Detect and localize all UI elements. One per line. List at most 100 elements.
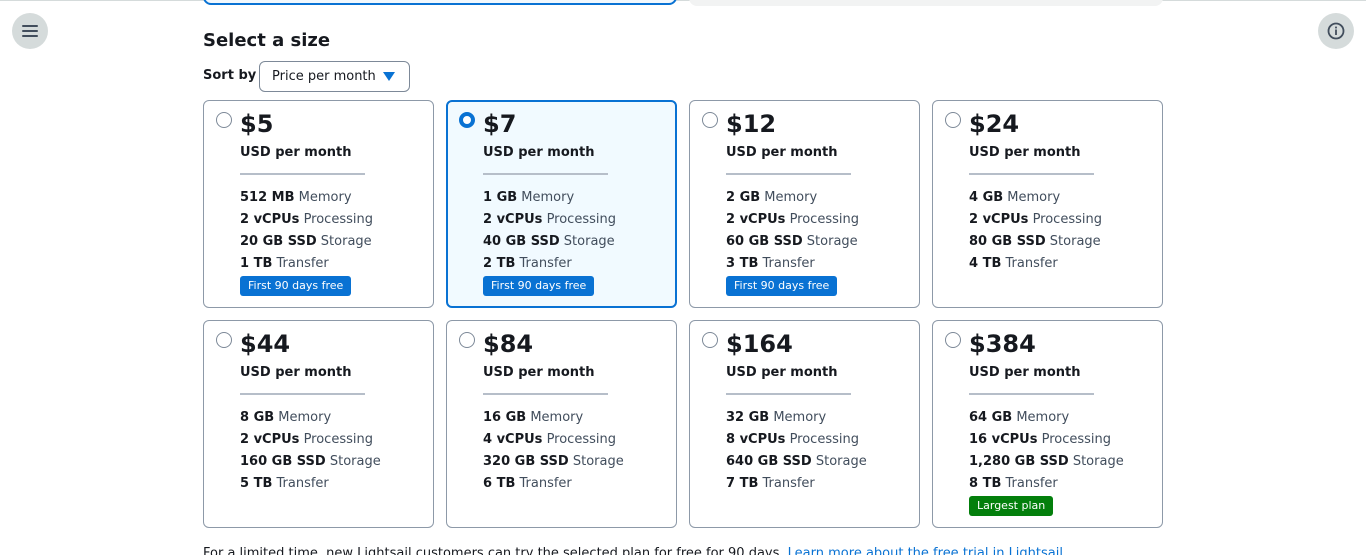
- plan-divider: [969, 173, 1094, 175]
- plan-spec-storage: 20 GB SSD Storage: [240, 233, 373, 255]
- plan-spec-transfer-label: Transfer: [762, 256, 815, 271]
- plan-price-unit: USD per month: [969, 365, 1081, 380]
- plan-spec-storage-value: 40 GB SSD: [483, 234, 560, 249]
- plan-badge: First 90 days free: [240, 276, 352, 296]
- plan-spec-memory-value: 512 MB: [240, 190, 295, 205]
- plan-price: $164: [726, 330, 793, 358]
- plan-spec-transfer-value: 4 TB: [969, 256, 1002, 271]
- plan-spec-storage-label: Storage: [815, 454, 867, 469]
- plan-specs: 64 GB Memory 16 vCPUs Processing 1,280 GB …: [969, 409, 1124, 497]
- plan-spec-transfer-label: Transfer: [519, 476, 572, 491]
- plan-spec-memory-label: Memory: [298, 190, 352, 205]
- plan-price-unit: USD per month: [240, 365, 352, 380]
- plan-card[interactable]: $84 USD per month 16 GB Memory 4 vCPUs Proc…: [446, 320, 677, 528]
- plan-card[interactable]: $24 USD per month 4 GB Memory 2 vCPUs Proce…: [932, 100, 1163, 308]
- plan-spec-cpu: 2 vCPUs Processing: [240, 211, 373, 233]
- plan-spec-storage-label: Storage: [1049, 234, 1101, 249]
- plan-spec-cpu: 2 vCPUs Processing: [726, 211, 859, 233]
- plan-divider: [240, 393, 365, 395]
- plan-spec-storage-value: 320 GB SSD: [483, 454, 569, 469]
- plan-radio[interactable]: [216, 112, 232, 128]
- plan-specs: 16 GB Memory 4 vCPUs Processing 320 GB SSD…: [483, 409, 624, 497]
- plan-spec-transfer: 5 TB Transfer: [240, 475, 381, 497]
- plan-card[interactable]: $7 USD per month 1 GB Memory 2 vCPUs Proces…: [446, 100, 677, 308]
- plan-spec-cpu-value: 2 vCPUs: [483, 212, 543, 227]
- sort-select-value: Price per month: [272, 69, 376, 84]
- plan-spec-cpu-label: Processing: [789, 432, 859, 447]
- plan-specs: 32 GB Memory 8 vCPUs Processing 640 GB SSD…: [726, 409, 867, 497]
- plan-spec-memory-value: 4 GB: [969, 190, 1004, 205]
- plan-spec-memory: 4 GB Memory: [969, 189, 1102, 211]
- plan-spec-cpu-value: 4 vCPUs: [483, 432, 543, 447]
- caret-down-icon: [383, 72, 395, 81]
- sort-select[interactable]: Price per month: [259, 61, 410, 92]
- plan-spec-storage-label: Storage: [806, 234, 858, 249]
- plan-spec-storage-label: Storage: [572, 454, 624, 469]
- plan-badge: First 90 days free: [483, 276, 595, 296]
- hamburger-menu-icon: [22, 25, 38, 37]
- plan-spec-storage-value: 1,280 GB SSD: [969, 454, 1069, 469]
- plan-spec-cpu: 2 vCPUs Processing: [969, 211, 1102, 233]
- plan-spec-cpu-value: 2 vCPUs: [726, 212, 786, 227]
- plan-spec-memory: 32 GB Memory: [726, 409, 867, 431]
- plan-radio[interactable]: [459, 112, 475, 128]
- section-title: Select a size: [203, 30, 331, 51]
- plan-spec-transfer-value: 8 TB: [969, 476, 1002, 491]
- plan-radio[interactable]: [216, 332, 232, 348]
- sort-label: Sort by: [203, 68, 257, 83]
- plan-spec-memory-value: 8 GB: [240, 410, 275, 425]
- plan-spec-memory: 64 GB Memory: [969, 409, 1124, 431]
- plan-price: $12: [726, 110, 777, 138]
- plan-radio[interactable]: [702, 112, 718, 128]
- plan-spec-storage-label: Storage: [1072, 454, 1124, 469]
- menu-button[interactable]: [12, 13, 48, 49]
- plan-radio[interactable]: [702, 332, 718, 348]
- plan-card[interactable]: $44 USD per month 8 GB Memory 2 vCPUs Proce…: [203, 320, 434, 528]
- plan-radio[interactable]: [459, 332, 475, 348]
- plan-badge: Largest plan: [969, 496, 1054, 516]
- plan-spec-storage: 60 GB SSD Storage: [726, 233, 859, 255]
- plan-badge: First 90 days free: [726, 276, 838, 296]
- plan-price: $24: [969, 110, 1020, 138]
- plan-price-unit: USD per month: [240, 145, 352, 160]
- plan-card[interactable]: $12 USD per month 2 GB Memory 2 vCPUs Proce…: [689, 100, 920, 308]
- plan-card[interactable]: $384 USD per month 64 GB Memory 16 vCPUs Pr…: [932, 320, 1163, 528]
- previous-card[interactable]: [689, 0, 1163, 6]
- plan-spec-memory-label: Memory: [278, 410, 332, 425]
- plan-spec-cpu: 2 vCPUs Processing: [483, 211, 616, 233]
- plan-spec-memory-label: Memory: [530, 410, 584, 425]
- info-button[interactable]: [1318, 13, 1354, 49]
- plan-spec-cpu-label: Processing: [789, 212, 859, 227]
- plan-price-unit: USD per month: [483, 145, 595, 160]
- plan-card[interactable]: $164 USD per month 32 GB Memory 8 vCPUs Pro…: [689, 320, 920, 528]
- plan-spec-memory-label: Memory: [1007, 190, 1061, 205]
- plan-card[interactable]: $5 USD per month 512 MB Memory 2 vCPUs Proc…: [203, 100, 434, 308]
- plan-spec-cpu-value: 2 vCPUs: [969, 212, 1029, 227]
- plan-spec-memory-value: 16 GB: [483, 410, 527, 425]
- plan-spec-transfer: 3 TB Transfer: [726, 255, 859, 277]
- plan-spec-cpu-label: Processing: [1041, 432, 1112, 447]
- plan-spec-storage-value: 80 GB SSD: [969, 234, 1046, 249]
- plan-spec-cpu-value: 2 vCPUs: [240, 432, 300, 447]
- plan-specs: 8 GB Memory 2 vCPUs Processing 160 GB SSD …: [240, 409, 381, 497]
- plan-specs: 4 GB Memory 2 vCPUs Processing 80 GB SSD S…: [969, 189, 1102, 277]
- plan-spec-memory-label: Memory: [764, 190, 818, 205]
- plan-radio[interactable]: [945, 112, 961, 128]
- previous-selected-card[interactable]: [203, 0, 677, 5]
- plan-spec-transfer-label: Transfer: [1005, 476, 1058, 491]
- free-trial-note: For a limited time, new Lightsail custom…: [203, 546, 1063, 555]
- plan-spec-cpu-value: 16 vCPUs: [969, 432, 1038, 447]
- plan-radio[interactable]: [945, 332, 961, 348]
- plan-spec-storage-label: Storage: [320, 234, 372, 249]
- free-trial-link[interactable]: Learn more about the free trial in Light…: [788, 546, 1063, 555]
- plan-spec-storage: 40 GB SSD Storage: [483, 233, 616, 255]
- plan-price: $84: [483, 330, 534, 358]
- plan-spec-storage-label: Storage: [329, 454, 381, 469]
- plan-specs: 1 GB Memory 2 vCPUs Processing 40 GB SSD S…: [483, 189, 616, 277]
- plan-spec-memory-value: 32 GB: [726, 410, 770, 425]
- plan-spec-transfer-label: Transfer: [762, 476, 815, 491]
- plan-spec-memory: 8 GB Memory: [240, 409, 381, 431]
- plan-divider: [726, 393, 851, 395]
- plan-spec-cpu-value: 8 vCPUs: [726, 432, 786, 447]
- plan-divider: [969, 393, 1094, 395]
